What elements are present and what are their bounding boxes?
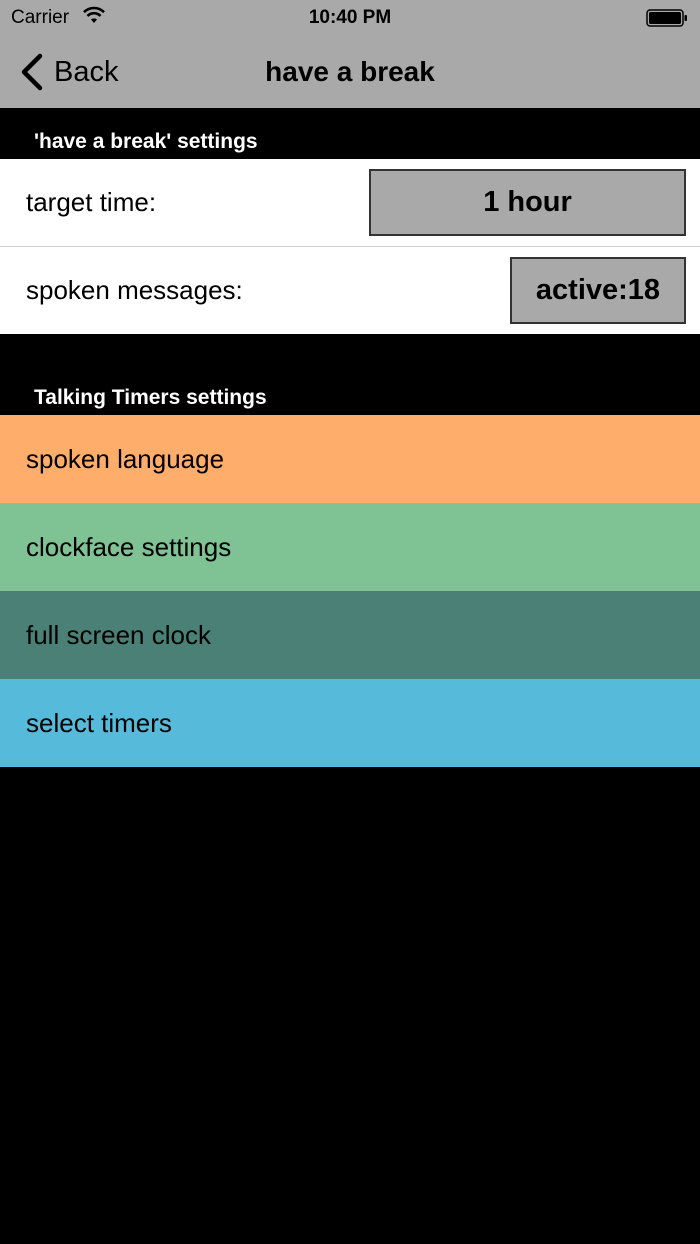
- menu-item-label: full screen clock: [26, 619, 211, 650]
- target-time-button[interactable]: 1 hour: [369, 169, 686, 236]
- spoken-messages-row: spoken messages: active:18: [0, 247, 700, 334]
- page-title: have a break: [265, 56, 435, 87]
- menu-item-label: select timers: [26, 707, 172, 738]
- status-time: 10:40 PM: [308, 7, 392, 28]
- menu-item-clockface-settings[interactable]: clockface settings: [0, 503, 700, 591]
- target-time-label: target time:: [26, 187, 157, 217]
- menu-item-select-timers[interactable]: select timers: [0, 679, 700, 767]
- menu-item-label: spoken language: [26, 443, 225, 474]
- status-bar: Carrier 10:40 PM: [0, 0, 700, 36]
- spoken-messages-label: spoken messages:: [26, 275, 243, 305]
- battery-icon: [646, 9, 687, 27]
- target-time-row: target time: 1 hour: [0, 159, 700, 246]
- navigation-bar: Back have a break: [0, 36, 700, 108]
- spoken-messages-button[interactable]: active:18: [510, 257, 686, 324]
- menu-item-spoken-language[interactable]: spoken language: [0, 415, 700, 503]
- menu-item-label: clockface settings: [26, 531, 232, 562]
- top-bar: Carrier 10:40 PM Back have a break: [0, 0, 700, 108]
- menu-item-full-screen-clock[interactable]: full screen clock: [0, 591, 700, 679]
- app-settings-header: Talking Timers settings: [34, 386, 267, 409]
- timer-settings-header: 'have a break' settings: [34, 130, 258, 153]
